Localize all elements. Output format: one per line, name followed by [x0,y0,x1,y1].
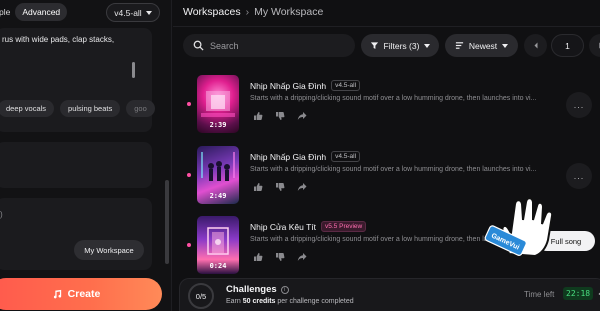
prev-page-button[interactable] [524,34,547,57]
sort-label: Newest [468,40,498,51]
chevron-down-icon [424,43,431,48]
dislike-button[interactable] [273,110,287,122]
new-indicator [187,173,191,177]
version-select[interactable]: v4.5-all [106,3,160,22]
thumbs-up-icon [254,183,263,191]
style-tag[interactable]: deep vocals [0,100,55,117]
next-page-button[interactable] [589,34,600,57]
challenges-title: Challenges [226,284,277,295]
share-icon [297,183,307,191]
song-description: Starts with a dripping/clicking sound mo… [250,95,537,102]
song-title-row: Nhịp Nhấp Gia Đình v4.5-all [250,80,361,91]
song-cover[interactable]: 2:39 [197,75,239,133]
filter-icon [370,42,378,49]
breadcrumb: Workspaces › My Workspace [183,6,323,18]
chevron-down-icon [145,10,152,15]
thumbs-up-icon [254,112,263,120]
section-hint: ) [0,210,3,219]
song-title[interactable]: Nhịp Nhấp Gia Đình [250,152,326,162]
sort-button[interactable]: Newest [445,34,518,57]
version-label: v4.5-all [114,7,142,18]
thumbs-down-icon [276,183,285,191]
share-button[interactable] [295,251,309,263]
song-description: Starts with a dripping/clicking sound mo… [250,166,537,173]
style-scrollbar[interactable] [132,62,135,78]
workspace-panel: Workspaces › My Workspace Filters (3) Ne… [173,0,600,311]
share-button[interactable] [295,110,309,122]
style-tag[interactable]: goo [126,100,155,117]
page-number-input[interactable]: 1 [551,34,584,57]
like-button[interactable] [251,181,265,193]
search-input[interactable] [210,40,340,51]
like-button[interactable] [251,110,265,122]
song-duration: 2:39 [209,121,227,129]
song-cover[interactable]: 2:49 [197,146,239,204]
song-actions [251,181,309,193]
sort-icon [455,42,463,49]
create-panel: ple Advanced v4.5-all rus with wide pads… [0,0,172,311]
like-button[interactable] [251,251,265,263]
info-icon[interactable]: i [280,285,289,294]
challenges-title-row: Challenges i [226,284,289,295]
style-text: rus with wide pads, clap stacks, [2,35,115,44]
lyrics-section[interactable] [0,142,152,188]
new-indicator [187,102,191,106]
song-cover[interactable]: 0:24 [197,216,239,274]
breadcrumb-separator: › [245,6,250,18]
new-indicator [187,243,191,247]
song-actions [251,110,309,122]
workspace-button[interactable]: My Workspace [74,240,144,260]
time-left-label: Time left [524,290,555,299]
mode-advanced-tab[interactable]: Advanced [15,3,68,21]
share-button[interactable] [295,181,309,193]
reward-suffix: per challenge completed [277,298,354,305]
style-tag[interactable]: pulsing beats [60,100,121,117]
song-row[interactable]: 2:39 Nhịp Nhấp Gia Đình v4.5-all Starts … [173,75,600,141]
share-icon [297,253,307,261]
mode-toggle[interactable]: ple Advanced [0,2,68,22]
chevron-left-icon [534,42,537,49]
create-label: Create [67,288,101,300]
song-title[interactable]: Nhịp Nhấp Gia Đình [250,81,326,91]
share-icon [297,112,307,120]
challenge-progress: 0/5 [188,283,214,309]
challenges-bar[interactable]: 0/5 Challenges i Earn 50 credits per cha… [179,278,600,311]
filters-button[interactable]: Filters (3) [361,34,439,57]
music-note-icon [53,289,61,299]
song-title-row: Nhịp Nhấp Gia Đình v4.5-all [250,151,361,162]
reward-credits: 50 credits [242,298,276,305]
song-duration: 2:49 [209,192,227,200]
song-duration: 0:24 [209,262,227,270]
chevron-down-icon [502,43,509,48]
thumbs-down-icon [276,253,285,261]
hand-cursor-icon: GameVui [484,197,554,259]
dislike-button[interactable] [273,251,287,263]
song-actions [251,251,309,263]
filters-label: Filters (3) [383,40,420,51]
header-divider [173,26,600,27]
search-box[interactable] [183,34,355,57]
breadcrumb-current: My Workspace [254,6,324,18]
search-icon [193,40,204,51]
mode-simple-tab[interactable]: ple [0,7,15,17]
style-tags: deep vocals pulsing beats goo [0,100,155,117]
breadcrumb-workspaces[interactable]: Workspaces [183,6,241,18]
reward-prefix: Earn [226,298,241,305]
dislike-button[interactable] [273,181,287,193]
left-scrollbar[interactable] [165,180,169,264]
challenges-subtitle: Earn 50 credits per challenge completed [226,298,354,305]
create-button[interactable]: Create [0,278,162,310]
thumbs-up-icon [254,253,263,261]
time-left-value: 22:18 [563,287,594,300]
more-options-button[interactable]: ... [566,92,592,118]
song-title[interactable]: Nhịp Cửa Kêu Tít [250,222,316,232]
song-title-row: Nhịp Cửa Kêu Tít v5.5 Preview [250,221,367,232]
version-badge: v4.5-all [331,151,361,162]
version-badge: v5.5 Preview [321,221,367,232]
thumbs-down-icon [276,112,285,120]
version-badge: v4.5-all [331,80,361,91]
